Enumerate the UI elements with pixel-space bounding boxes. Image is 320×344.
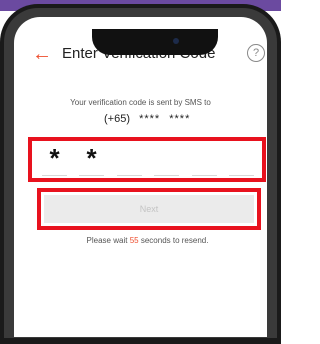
code-digit-underline [79,175,104,176]
resend-prefix: Please wait [86,236,128,245]
code-digit-2[interactable]: * [79,141,104,177]
code-digit-underline [42,175,67,176]
code-digit-underline [192,175,217,176]
sms-info-text: Your verification code is sent by SMS to [70,98,211,107]
code-digit-3[interactable] [117,141,142,177]
next-button-highlight: Next [37,188,261,230]
help-circle-icon[interactable]: ? [247,44,265,62]
resend-seconds: 55 [129,236,139,245]
country-code: (+65) [104,113,130,125]
phone-notch [92,29,218,55]
masked-number-part2: **** [169,113,191,125]
masked-number-part1: **** [139,113,161,125]
camera-dot [173,38,179,44]
back-arrow-icon[interactable]: ← [32,43,52,65]
resend-suffix: seconds to resend. [140,236,209,245]
masked-phone-number: (+65) **** **** [104,113,190,125]
code-digit-4[interactable] [154,141,179,177]
next-button[interactable]: Next [44,195,254,223]
code-digit-6[interactable] [229,141,254,177]
code-digit-underline [154,175,179,176]
code-digit-5[interactable] [192,141,217,177]
code-digit-1[interactable]: * [42,141,67,177]
code-digit-underline [229,175,254,176]
code-digit-2-value: * [86,143,97,173]
verification-code-input[interactable]: * * [28,137,266,182]
code-digit-underline [117,175,142,176]
resend-countdown: Please wait 55 seconds to resend. [0,236,295,245]
code-digit-1-value: * [49,143,60,173]
